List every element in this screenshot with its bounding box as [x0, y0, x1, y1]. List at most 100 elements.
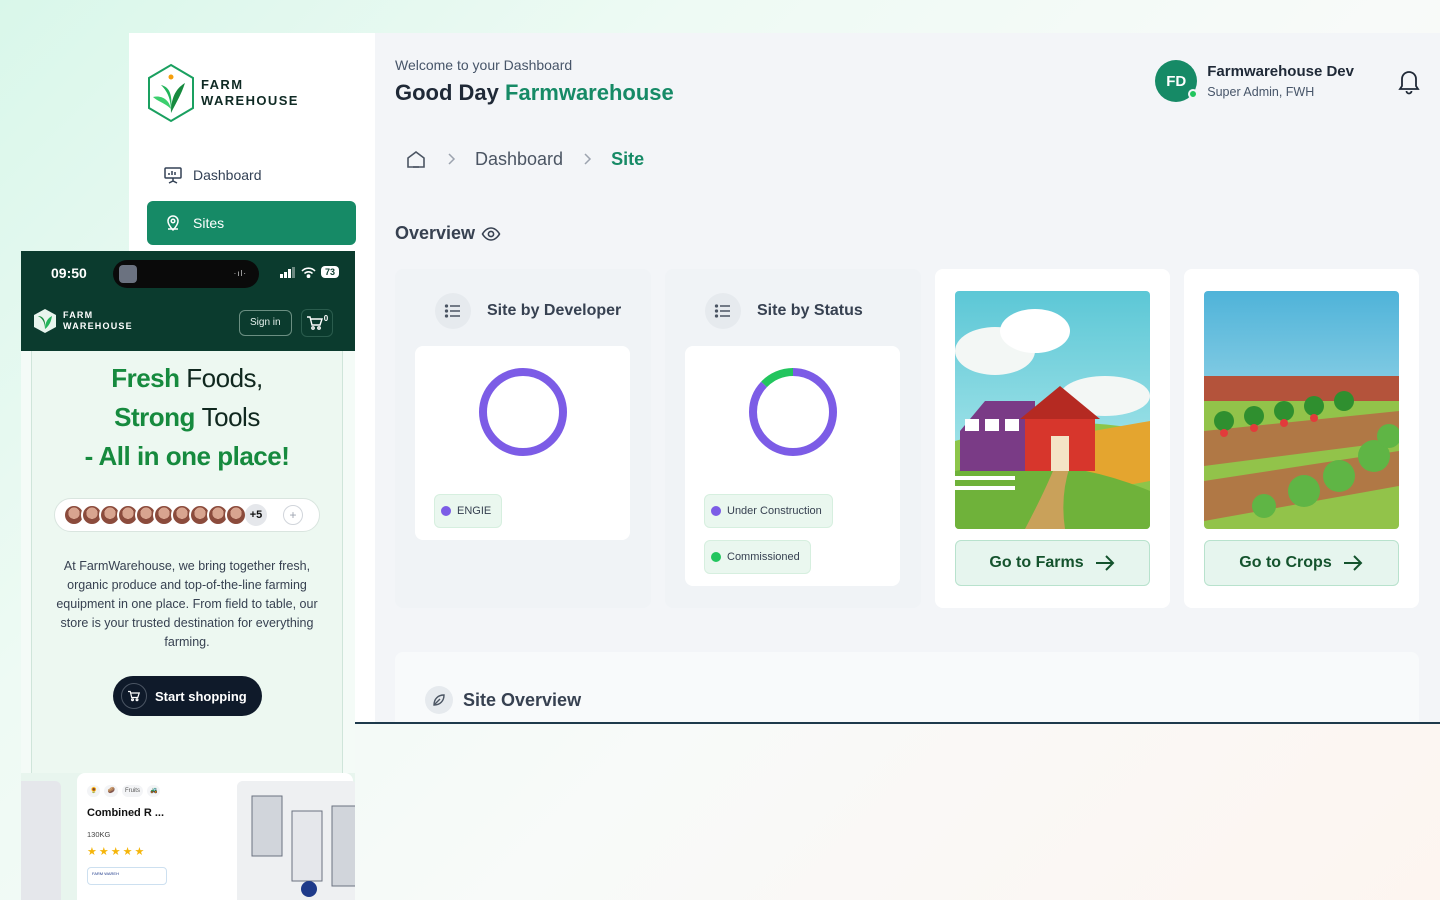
- product-rating: ★★★★★: [87, 846, 147, 858]
- hero-line-3: - All in one place!: [84, 441, 290, 471]
- product-carousel: 🌻 🥔 Fruits 🚜 Combined R ... 130KG ★★★★★ …: [21, 773, 355, 900]
- sidebar-item-label: Dashboard: [193, 167, 262, 183]
- status-indicators: 73: [279, 266, 339, 278]
- status-bar: 09:50 ·ıl· 73: [21, 251, 355, 297]
- dynamic-island: ·ıl·: [113, 260, 259, 288]
- hero-line-1: Fresh Foods,: [32, 363, 342, 394]
- site-by-status-card: Site by Status Under Construction Commis…: [665, 269, 921, 608]
- hero-line-1-green: Fresh: [111, 363, 180, 393]
- add-icon[interactable]: +: [283, 505, 303, 525]
- product-tags: 🌻 🥔 Fruits 🚜: [87, 785, 161, 797]
- mobile-brand-name: FARM WAREHOUSE: [63, 310, 133, 332]
- sidebar-item-sites[interactable]: Sites: [147, 201, 356, 245]
- legend-item-under-construction[interactable]: Under Construction: [704, 494, 833, 528]
- product-weight: 130KG: [87, 830, 111, 839]
- breadcrumb-dashboard[interactable]: Dashboard: [475, 149, 563, 170]
- crops-link-card: Go to Crops: [1184, 269, 1419, 608]
- brand-line-1: FARM: [201, 77, 244, 92]
- overview-heading: Overview: [395, 223, 501, 244]
- online-status-dot: [1188, 89, 1199, 99]
- list-icon[interactable]: [705, 293, 741, 329]
- tag-fruits: Fruits: [121, 785, 143, 797]
- eye-icon[interactable]: [481, 224, 501, 244]
- leaf-hexagon-logo-icon: [148, 63, 194, 123]
- list-icon[interactable]: [435, 293, 471, 329]
- card-title: Site by Status: [757, 302, 863, 319]
- welcome-text: Welcome to your Dashboard: [395, 57, 573, 73]
- presentation-icon: [164, 167, 182, 184]
- hero-description: At FarmWarehouse, we bring together fres…: [56, 559, 318, 649]
- user-profile[interactable]: FD Farmwarehouse Dev Super Admin, FWH: [1155, 60, 1354, 102]
- legend-swatch: [441, 506, 451, 516]
- mobile-storefront: 09:50 ·ıl· 73 FARM WAREHOUSE Sign in 0 F…: [21, 251, 355, 900]
- legend-label: Commissioned: [727, 551, 800, 563]
- user-role: Super Admin, FWH: [1207, 85, 1315, 99]
- home-icon[interactable]: [405, 148, 427, 170]
- battery-indicator: 73: [320, 266, 339, 278]
- hero-line-1-dark: Foods,: [186, 363, 263, 393]
- tractor-icon: 🚜: [146, 785, 161, 797]
- seller-badge: FARM WAREH: [87, 867, 167, 885]
- legend-swatch: [711, 506, 721, 516]
- go-to-crops-label: Go to Crops: [1239, 554, 1332, 571]
- site-overview-title: Site Overview: [463, 689, 582, 710]
- customer-avatars: +5 +: [54, 498, 320, 532]
- overview-title: Overview: [395, 223, 476, 243]
- greeting-prefix: Good Day: [395, 80, 499, 105]
- tag-icon: 🌻: [87, 785, 101, 797]
- leaf-cube-logo-icon: [34, 309, 56, 333]
- sign-in-button[interactable]: Sign in: [239, 310, 292, 336]
- go-to-farms-label: Go to Farms: [989, 554, 1084, 571]
- cart-icon: [306, 316, 323, 330]
- brand-line-2: WAREHOUSE: [201, 93, 299, 108]
- legend-label: Under Construction: [727, 505, 822, 517]
- mobile-brand-logo[interactable]: FARM WAREHOUSE: [33, 308, 133, 334]
- hero-line-2: Strong Tools: [32, 402, 342, 433]
- product-name: Combined R ...: [87, 807, 164, 819]
- brand-line-2: WAREHOUSE: [63, 321, 133, 331]
- status-donut-chart: [749, 368, 837, 456]
- cellular-signal-icon: [279, 266, 295, 278]
- status-time: 09:50: [51, 265, 87, 281]
- developer-chart: ENGIE: [415, 346, 630, 540]
- brand-logo[interactable]: FARM WAREHOUSE: [147, 63, 299, 123]
- donut-slice-engie[interactable]: [479, 368, 567, 456]
- start-shopping-button[interactable]: Start shopping: [113, 676, 262, 716]
- card-header: Site by Developer: [435, 293, 621, 329]
- map-pin-icon: [167, 215, 179, 232]
- tag-icon: 🥔: [104, 785, 118, 797]
- legend-item-engie[interactable]: ENGIE: [434, 494, 503, 528]
- greeting: Good Day Farmwarehouse: [395, 80, 674, 106]
- product-card[interactable]: 🌻 🥔 Fruits 🚜 Combined R ... 130KG ★★★★★ …: [77, 773, 355, 900]
- user-name: Farmwarehouse Dev: [1207, 63, 1354, 80]
- site-overview-heading: Site Overview: [425, 686, 581, 714]
- avatar-overflow-count: +5: [245, 504, 267, 526]
- media-thumbnail-icon: [119, 265, 137, 283]
- chevron-right-icon: [584, 153, 592, 165]
- legend-swatch: [711, 552, 721, 562]
- rice-mill-machine-image: [237, 781, 355, 900]
- bell-icon[interactable]: [1396, 67, 1422, 95]
- farms-link-card: Go to Farms: [935, 269, 1170, 608]
- go-to-crops-button[interactable]: Go to Crops: [1204, 540, 1399, 586]
- hero-section: Fresh Foods, Strong Tools - All in one p…: [31, 351, 343, 773]
- greeting-name: Farmwarehouse: [505, 80, 674, 105]
- product-card-partial[interactable]: [21, 781, 61, 900]
- hero-line-2-green: Strong: [114, 402, 195, 432]
- chevron-right-icon: [448, 153, 456, 165]
- main-content: Welcome to your Dashboard Good Day Farmw…: [375, 33, 1440, 722]
- developer-donut-chart: [479, 368, 567, 456]
- audio-wave-icon: ·ıl·: [233, 269, 247, 278]
- go-to-farms-button[interactable]: Go to Farms: [955, 540, 1150, 586]
- breadcrumb: Dashboard Site: [405, 148, 644, 170]
- brand-line-1: FARM: [63, 310, 94, 320]
- mobile-header: FARM WAREHOUSE Sign in 0: [21, 297, 355, 351]
- sidebar-item-dashboard[interactable]: Dashboard: [147, 153, 356, 197]
- arrow-right-icon: [1343, 555, 1363, 571]
- barn-illustration: [955, 291, 1150, 529]
- start-shopping-label: Start shopping: [155, 688, 247, 704]
- cart-button[interactable]: 0: [301, 309, 333, 337]
- legend-item-commissioned[interactable]: Commissioned: [704, 540, 811, 574]
- avatar: [225, 504, 247, 526]
- arrow-right-icon: [1095, 555, 1115, 571]
